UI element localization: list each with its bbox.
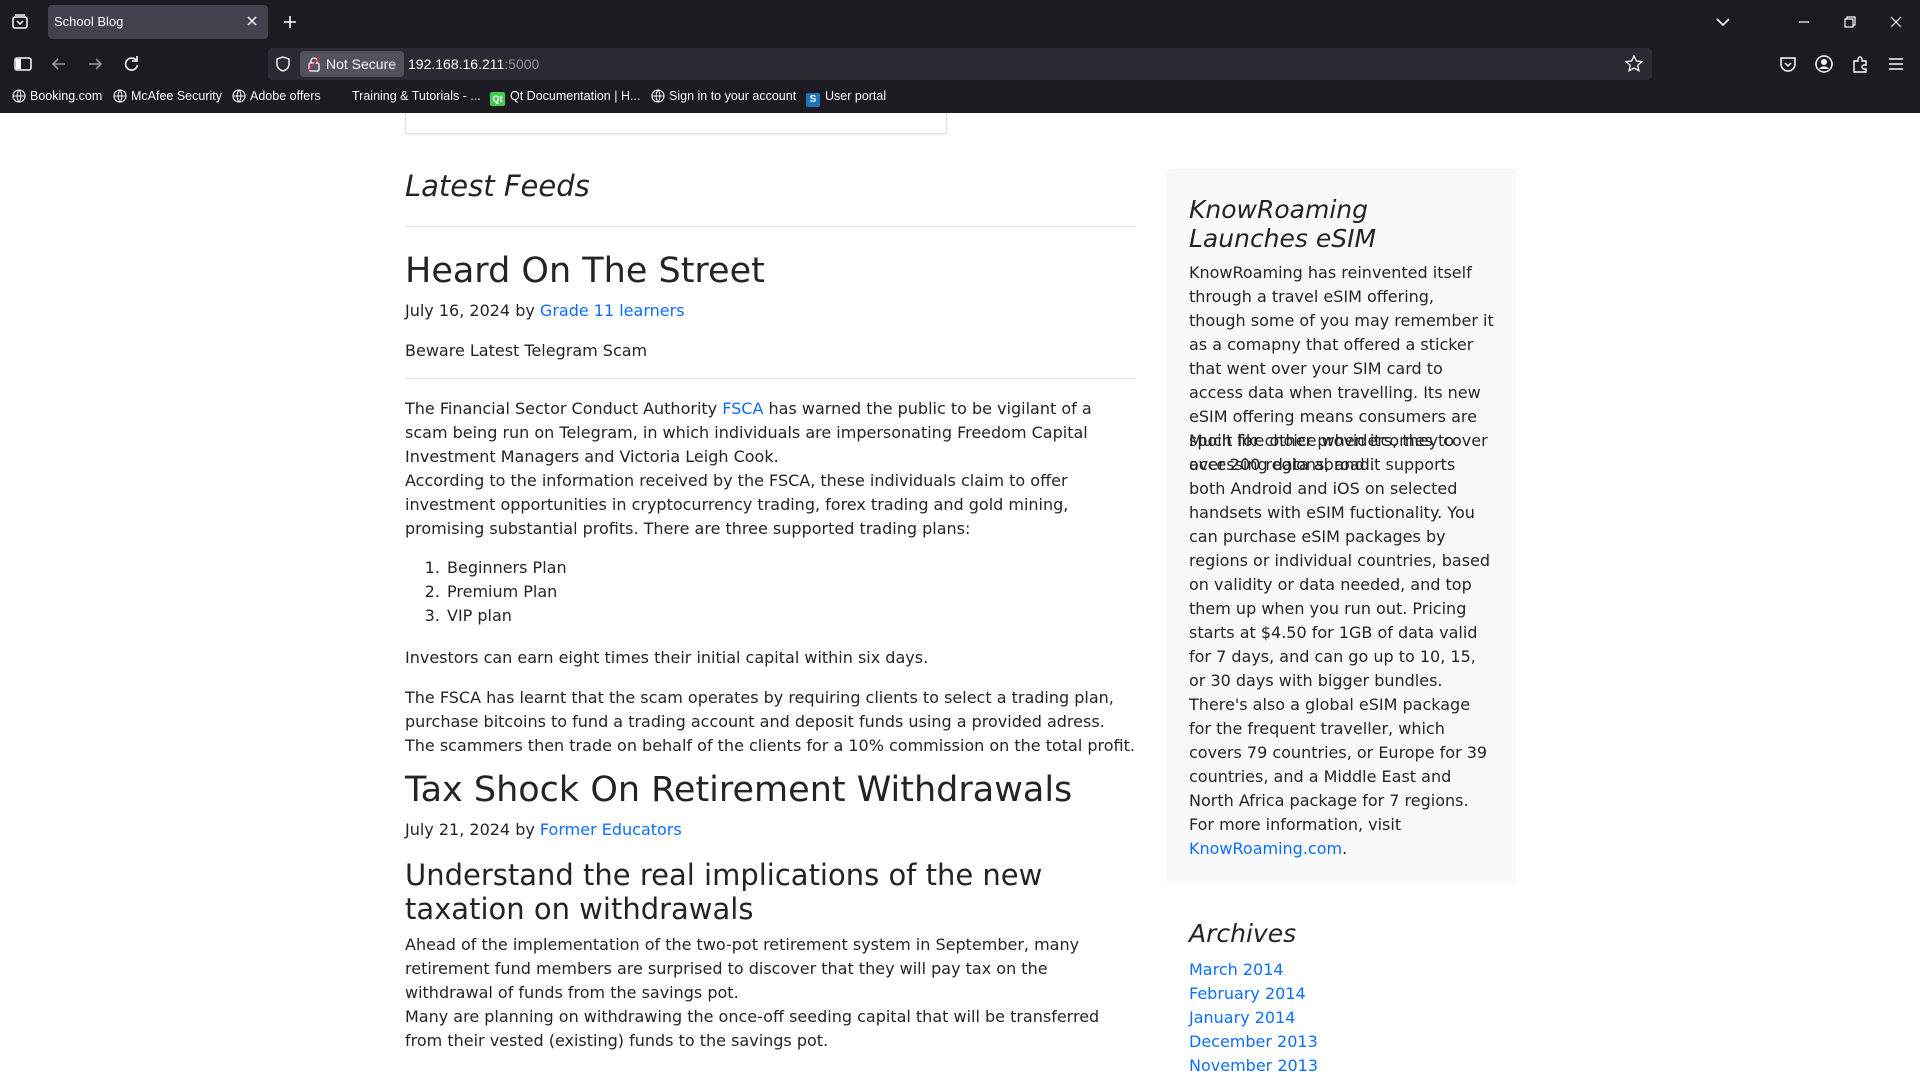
close-window-icon[interactable] (1886, 12, 1906, 32)
trading-plans-list: Beginners Plan Premium Plan VIP plan (405, 556, 1145, 628)
globe-icon (113, 89, 127, 103)
archives-heading: Archives (1189, 919, 1297, 948)
blank-favicon-icon (334, 89, 348, 103)
post-by: by (515, 301, 535, 320)
post-paragraph: According to the information received by… (405, 471, 1069, 538)
bookmark-booking[interactable]: Booking.com (12, 89, 102, 107)
tab-list-icon[interactable] (10, 12, 30, 32)
lock-icon (307, 56, 321, 72)
archive-link[interactable]: March 2014 (1189, 958, 1284, 982)
post-subtitle: Beware Latest Telegram Scam (405, 341, 648, 360)
sidebar-title: KnowRoaming Launches eSIM (1189, 195, 1377, 253)
bookmark-star-icon[interactable] (1624, 54, 1644, 74)
list-item: VIP plan (445, 604, 1145, 628)
globe-icon (651, 89, 665, 103)
qt-icon: Qt (490, 92, 505, 106)
extensions-icon[interactable] (1849, 53, 1871, 75)
reload-icon[interactable] (120, 53, 142, 75)
post-paragraph: The scammers then trade on behalf of the… (405, 736, 1135, 755)
browser-chrome: School Blog Not Secure 192.168.16.211:50… (0, 0, 1920, 113)
post-author-link[interactable]: Grade 11 learners (540, 301, 685, 320)
knowroaming-link[interactable]: KnowRoaming.com (1189, 839, 1342, 858)
post-subtitle: Understand the real implications of the … (405, 858, 1043, 926)
menu-icon[interactable] (1885, 53, 1907, 75)
sidebar-card: KnowRoaming Launches eSIM KnowRoaming ha… (1166, 169, 1516, 883)
sidebar-paragraph: For more information, visit KnowRoaming.c… (1189, 815, 1402, 858)
minimize-icon[interactable] (1794, 12, 1814, 32)
page-content: Latest Feeds Heard On The Street July 16… (0, 113, 1920, 1080)
not-secure-badge[interactable]: Not Secure (300, 51, 405, 77)
post-date: July 16, 2024 (405, 301, 511, 320)
back-icon[interactable] (48, 53, 70, 75)
post-paragraph: The FSCA has learnt that the scam operat… (405, 688, 1114, 731)
tab-strip: School Blog (0, 0, 1920, 44)
globe-icon (232, 89, 246, 103)
top-card (405, 113, 947, 134)
pocket-icon[interactable] (1777, 53, 1799, 75)
post-date: July 21, 2024 (405, 820, 511, 839)
bookmark-user-portal[interactable]: S User portal (806, 89, 886, 107)
post-paragraph: Ahead of the implementation of the two-p… (405, 935, 1080, 1002)
post-paragraph: The Financial Sector Conduct Authority F… (405, 399, 1092, 466)
archive-link[interactable]: November 2013 (1189, 1054, 1318, 1078)
post-author-link[interactable]: Former Educators (540, 820, 682, 839)
not-secure-label: Not Secure (326, 56, 397, 72)
archive-link[interactable]: December 2013 (1189, 1030, 1318, 1054)
url-text[interactable]: 192.168.16.211:5000 (408, 56, 539, 72)
post-title[interactable]: Tax Shock On Retirement Withdrawals (405, 770, 1072, 810)
tab-title: School Blog (54, 14, 124, 29)
forward-icon[interactable] (84, 53, 106, 75)
archive-link[interactable]: January 2014 (1189, 1006, 1295, 1030)
fsca-link[interactable]: FSCA (722, 399, 763, 418)
sidebar-toggle-icon[interactable] (12, 53, 34, 75)
post-by: by (515, 820, 535, 839)
bookmark-mcafee[interactable]: McAfee Security (113, 89, 222, 107)
bookmark-sign-in[interactable]: Sign in to your account (651, 89, 796, 107)
chevron-down-icon[interactable] (1713, 12, 1733, 32)
divider (405, 378, 1135, 379)
globe-icon (12, 89, 26, 103)
url-bar[interactable]: Not Secure 192.168.16.211:5000 (268, 48, 1652, 80)
tab-school-blog[interactable]: School Blog (48, 5, 268, 39)
s-icon: S (806, 93, 820, 107)
navigation-toolbar: Not Secure 192.168.16.211:5000 (0, 44, 1920, 84)
bookmark-training[interactable]: Training & Tutorials - ... (334, 89, 481, 107)
list-item: Beginners Plan (445, 556, 1145, 580)
close-icon[interactable] (244, 13, 260, 29)
latest-feeds-heading: Latest Feeds (405, 169, 590, 203)
bookmark-adobe[interactable]: Adobe offers (232, 89, 321, 107)
post-meta: July 21, 2024 by Former Educators (405, 820, 682, 839)
restore-icon[interactable] (1840, 12, 1860, 32)
shield-icon[interactable] (274, 55, 292, 73)
archive-link[interactable]: February 2014 (1189, 982, 1306, 1006)
post-paragraph: Investors can earn eight times their ini… (405, 648, 929, 667)
post-paragraph: Many are planning on withdrawing the onc… (405, 1007, 1100, 1050)
sidebar-paragraph: Much like other providers, they cover ov… (1189, 431, 1491, 810)
new-tab-icon[interactable] (280, 12, 300, 32)
post-meta: July 16, 2024 by Grade 11 learners (405, 301, 685, 320)
post-title[interactable]: Heard On The Street (405, 251, 765, 291)
account-icon[interactable] (1813, 53, 1835, 75)
divider (405, 226, 1135, 227)
bookmarks-toolbar: Booking.com McAfee Security Adobe offers… (0, 84, 1920, 113)
bookmark-qt-docs[interactable]: Qt Qt Documentation | H... (490, 89, 640, 107)
list-item: Premium Plan (445, 580, 1145, 604)
